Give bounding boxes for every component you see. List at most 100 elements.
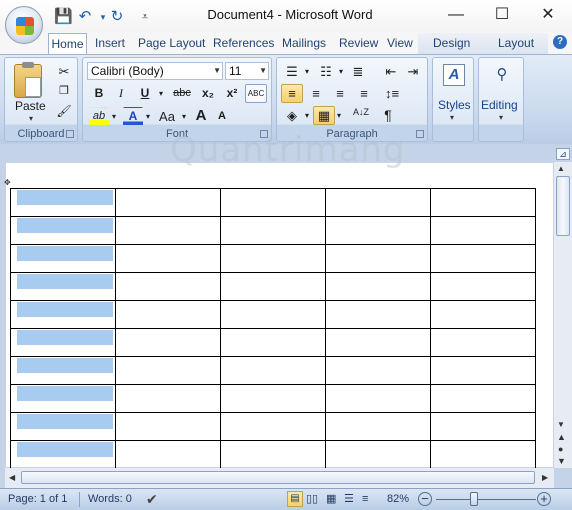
- ruler-toggle-icon[interactable]: ⊿: [556, 148, 570, 160]
- font-size-dropdown-icon[interactable]: ▼: [259, 63, 267, 79]
- zoom-slider[interactable]: [436, 499, 536, 500]
- table-cell[interactable]: [220, 384, 326, 413]
- tab-mailings[interactable]: Mailings: [282, 33, 326, 54]
- editing-group[interactable]: ⚲ Editing ▾: [478, 57, 524, 142]
- outline-icon[interactable]: ☰: [344, 489, 354, 509]
- tab-references[interactable]: References: [213, 33, 274, 54]
- table-cell[interactable]: [325, 384, 431, 413]
- decrease-indent-icon[interactable]: ⇤: [381, 62, 401, 81]
- zoom-in-icon[interactable]: +: [537, 492, 551, 506]
- horizontal-scroll-thumb[interactable]: [21, 471, 535, 484]
- table-cell[interactable]: [220, 216, 326, 245]
- bullets-dropdown-icon[interactable]: ▾: [303, 62, 311, 81]
- line-spacing-icon[interactable]: ↕≡: [379, 84, 405, 103]
- scroll-up-icon[interactable]: ▲: [557, 164, 565, 173]
- table-cell[interactable]: [220, 244, 326, 273]
- page-count[interactable]: Page: 1 of 1: [8, 489, 67, 509]
- save-icon[interactable]: 💾: [54, 8, 73, 26]
- editing-dropdown-icon[interactable]: ▾: [499, 113, 503, 122]
- highlight-button[interactable]: ab: [89, 107, 109, 126]
- vertical-scrollbar[interactable]: ▲ ▼ ▲ ● ▼: [554, 162, 572, 468]
- change-case-dropdown-icon[interactable]: ▾: [180, 107, 188, 126]
- cut-icon[interactable]: ✂: [55, 62, 73, 81]
- paste-icon[interactable]: [14, 62, 42, 98]
- table-cell[interactable]: [10, 272, 116, 301]
- table-cell[interactable]: [115, 216, 221, 245]
- table-cell[interactable]: [325, 216, 431, 245]
- clear-formatting-button[interactable]: ABC: [245, 84, 267, 103]
- shading-dropdown-icon[interactable]: ▾: [303, 106, 311, 125]
- table-cell[interactable]: [115, 300, 221, 329]
- paste-dropdown-icon[interactable]: ▾: [29, 114, 33, 123]
- shading-icon[interactable]: ◈: [281, 106, 303, 125]
- scroll-right-icon[interactable]: ▶: [542, 473, 548, 482]
- office-button[interactable]: [5, 6, 43, 44]
- table-cell[interactable]: [10, 384, 116, 413]
- justify-icon[interactable]: ≡: [353, 84, 375, 103]
- font-family-box[interactable]: Calibri (Body) ▼: [87, 62, 223, 80]
- maximize-button[interactable]: ☐: [488, 5, 516, 27]
- zoom-level[interactable]: 82%: [387, 489, 409, 509]
- close-button[interactable]: ✕: [534, 5, 562, 27]
- table-cell[interactable]: [115, 328, 221, 357]
- tab-page-layout[interactable]: Page Layout: [138, 33, 205, 54]
- bold-button[interactable]: B: [89, 84, 109, 103]
- show-hide-pilcrow-icon[interactable]: ¶: [377, 106, 399, 125]
- tab-insert[interactable]: Insert: [95, 33, 125, 54]
- tab-review[interactable]: Review: [339, 33, 378, 54]
- help-icon[interactable]: ?: [553, 35, 567, 49]
- full-screen-reading-icon[interactable]: ▯▯: [306, 489, 318, 509]
- web-layout-icon[interactable]: ▦: [326, 489, 336, 509]
- table-cell[interactable]: [220, 440, 326, 469]
- minimize-button[interactable]: —: [442, 5, 470, 27]
- paste-label[interactable]: Paste: [15, 99, 46, 113]
- tab-layout[interactable]: Layout: [498, 33, 534, 54]
- table-cell[interactable]: [430, 328, 536, 357]
- browse-object-icon[interactable]: ●: [558, 444, 563, 454]
- table-cell[interactable]: [325, 440, 431, 469]
- table-cell[interactable]: [220, 272, 326, 301]
- italic-button[interactable]: I: [111, 84, 131, 103]
- subscript-button[interactable]: x₂: [197, 84, 219, 103]
- styles-group[interactable]: A Styles ▾: [432, 57, 474, 142]
- font-color-button[interactable]: A: [123, 107, 143, 126]
- scroll-left-icon[interactable]: ◀: [9, 473, 15, 482]
- styles-dropdown-icon[interactable]: ▾: [450, 113, 454, 122]
- word-count[interactable]: Words: 0: [88, 489, 132, 509]
- borders-dropdown-icon[interactable]: ▾: [335, 106, 343, 125]
- font-family-dropdown-icon[interactable]: ▼: [213, 63, 221, 79]
- numbering-dropdown-icon[interactable]: ▾: [337, 62, 345, 81]
- highlight-dropdown-icon[interactable]: ▾: [110, 107, 118, 126]
- underline-button[interactable]: U: [135, 84, 155, 103]
- table-cell[interactable]: [115, 412, 221, 441]
- next-page-icon[interactable]: ▼: [557, 456, 566, 466]
- table-cell[interactable]: [325, 300, 431, 329]
- table-cell[interactable]: [10, 356, 116, 385]
- table-cell[interactable]: [325, 244, 431, 273]
- table-cell[interactable]: [325, 356, 431, 385]
- table-cell[interactable]: [220, 328, 326, 357]
- zoom-out-icon[interactable]: −: [418, 492, 432, 506]
- vertical-scroll-thumb[interactable]: [556, 176, 570, 236]
- table-cell[interactable]: [220, 356, 326, 385]
- table-cell[interactable]: [220, 188, 326, 217]
- table-cell[interactable]: [220, 412, 326, 441]
- copy-icon[interactable]: ❐: [55, 82, 73, 101]
- table-cell[interactable]: [10, 216, 116, 245]
- shrink-font-button[interactable]: A: [213, 107, 231, 126]
- format-painter-icon[interactable]: 🖌: [55, 102, 73, 121]
- paragraph-launcher-icon[interactable]: [416, 130, 424, 138]
- tab-design[interactable]: Design: [433, 33, 470, 54]
- table-cell[interactable]: [115, 188, 221, 217]
- table-cell[interactable]: [430, 412, 536, 441]
- strikethrough-button[interactable]: abc: [169, 84, 195, 103]
- table-cell[interactable]: [115, 356, 221, 385]
- table-move-handle[interactable]: ✥: [4, 178, 11, 187]
- table-cell[interactable]: [430, 188, 536, 217]
- font-color-dropdown-icon[interactable]: ▾: [144, 107, 152, 126]
- table-cell[interactable]: [220, 300, 326, 329]
- horizontal-scrollbar[interactable]: ◀ ▶: [5, 468, 554, 488]
- table-cell[interactable]: [10, 188, 116, 217]
- table-cell[interactable]: [325, 412, 431, 441]
- table-cell[interactable]: [325, 272, 431, 301]
